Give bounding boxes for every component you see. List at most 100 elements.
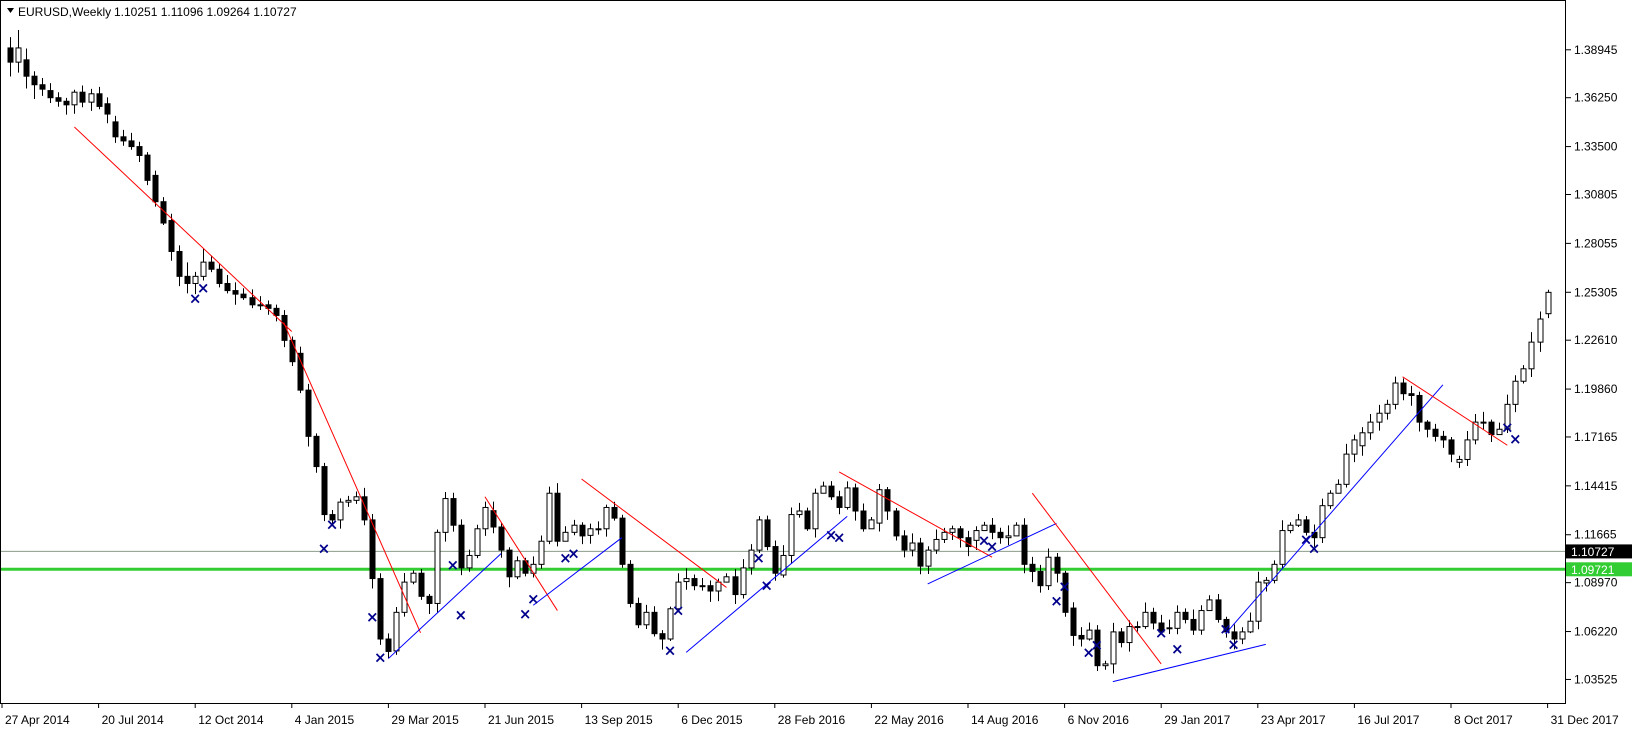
candle-body: [788, 514, 795, 556]
price-tick-label: 1.30805: [1574, 187, 1618, 201]
candle-body: [1392, 382, 1399, 405]
candle-body: [466, 554, 473, 569]
swing-marker-x[interactable]: ×: [1227, 635, 1240, 653]
swing-marker-x[interactable]: ×: [567, 545, 580, 563]
bear-candle[interactable]: [458, 519, 465, 576]
swing-marker-x[interactable]: ×: [833, 529, 846, 547]
bear-candle[interactable]: [321, 462, 328, 522]
candle-body: [385, 638, 392, 652]
swing-marker-x[interactable]: ×: [1058, 578, 1071, 596]
time-tick-label: 29 Jan 2017: [1164, 713, 1230, 727]
time-tick-label: 6 Dec 2015: [681, 713, 743, 727]
swing-marker-x[interactable]: ×: [1509, 430, 1522, 448]
candle-body: [538, 540, 545, 565]
candle-body: [627, 563, 634, 604]
bear-candle[interactable]: [144, 152, 151, 186]
bear-candle[interactable]: [377, 573, 384, 645]
candle-body: [1021, 524, 1028, 565]
swing-marker-x[interactable]: ×: [1171, 640, 1184, 658]
candle-body: [1351, 439, 1358, 455]
candle-body: [1255, 581, 1262, 622]
swing-marker-x[interactable]: ×: [366, 608, 379, 626]
swing-marker-x[interactable]: ×: [197, 279, 210, 297]
candle-body: [909, 542, 916, 551]
bull-candle[interactable]: [788, 507, 795, 564]
bear-candle[interactable]: [893, 507, 900, 541]
price-tick-label: 1.03525: [1574, 672, 1618, 686]
candle-body: [901, 535, 908, 551]
candle-body: [1029, 563, 1036, 572]
bull-candle[interactable]: [1545, 289, 1552, 319]
candle-body: [1448, 439, 1455, 455]
bull-candle[interactable]: [546, 486, 553, 545]
bear-candle[interactable]: [297, 346, 304, 394]
time-tick-label: 28 Feb 2016: [778, 713, 846, 727]
candle-body: [852, 487, 859, 512]
candle-body: [1239, 631, 1246, 640]
time-tick-label: 22 May 2016: [874, 713, 944, 727]
chart-background: [0, 0, 1633, 734]
swing-marker-x[interactable]: ×: [446, 556, 459, 574]
candle-body: [691, 578, 698, 587]
candle-body: [651, 611, 658, 635]
candle-body: [7, 47, 14, 63]
swing-marker-x[interactable]: ×: [455, 606, 468, 624]
bear-candle[interactable]: [804, 507, 811, 531]
swing-marker-x[interactable]: ×: [986, 538, 999, 556]
swing-marker-x[interactable]: ×: [752, 549, 765, 567]
candle-body: [949, 528, 956, 533]
candle-body: [353, 496, 360, 501]
swing-marker-x[interactable]: ×: [1308, 539, 1321, 557]
bear-candle[interactable]: [313, 433, 320, 473]
bull-candle[interactable]: [434, 529, 441, 613]
swing-marker-x[interactable]: ×: [664, 642, 677, 660]
candle-body: [957, 528, 964, 539]
candle-body: [796, 510, 803, 516]
bear-candle[interactable]: [289, 336, 296, 366]
bull-candle[interactable]: [1327, 490, 1334, 509]
bear-candle[interactable]: [369, 514, 376, 589]
bear-candle[interactable]: [418, 568, 425, 600]
candle-body: [1263, 579, 1270, 584]
swing-marker-x[interactable]: ×: [1090, 636, 1103, 654]
current-price-label: 1.10727: [1571, 545, 1615, 559]
candle-body: [128, 140, 135, 148]
candle-body: [506, 549, 513, 578]
candle-body: [1528, 341, 1535, 370]
time-tick-label: 21 Jun 2015: [488, 713, 554, 727]
candle-body: [699, 585, 706, 588]
candle-body: [571, 524, 578, 533]
swing-marker-x[interactable]: ×: [527, 590, 540, 608]
candle-body: [1078, 634, 1085, 640]
price-tick-label: 1.17165: [1574, 430, 1618, 444]
price-tick-label: 1.38945: [1574, 43, 1618, 57]
candle-body: [1343, 453, 1350, 485]
support-level-tag: 1.09721: [1566, 562, 1632, 577]
bear-candle[interactable]: [619, 514, 626, 568]
swing-marker-x[interactable]: ×: [1155, 624, 1168, 642]
candle-body: [168, 220, 175, 252]
eurusd-weekly-chart[interactable]: ×××××××× ×××××××××× ×××××××××××××× 1.38945…: [0, 0, 1633, 734]
bull-candle[interactable]: [756, 516, 763, 553]
symbol-title: EURUSD,Weekly: [18, 5, 111, 19]
candle-body: [772, 546, 779, 574]
swing-marker-x[interactable]: ×: [318, 539, 331, 557]
bear-candle[interactable]: [627, 560, 634, 608]
bull-candle[interactable]: [474, 524, 481, 559]
swing-marker-x[interactable]: ×: [760, 577, 773, 595]
swing-marker-x[interactable]: ×: [672, 602, 685, 620]
candle-body: [917, 542, 924, 567]
candle-body: [562, 531, 569, 542]
candle-body: [1166, 627, 1173, 630]
swing-marker-x[interactable]: ×: [326, 516, 339, 534]
swing-marker-x[interactable]: ×: [374, 649, 387, 667]
candle-body: [321, 466, 328, 516]
candle-body: [1110, 631, 1117, 665]
bull-candle[interactable]: [393, 607, 400, 655]
candle-body: [635, 602, 642, 626]
candle-body: [1367, 421, 1374, 434]
candle-body: [756, 519, 763, 551]
bear-candle[interactable]: [764, 515, 771, 551]
candle-body: [361, 496, 368, 521]
candle-body: [184, 275, 191, 284]
